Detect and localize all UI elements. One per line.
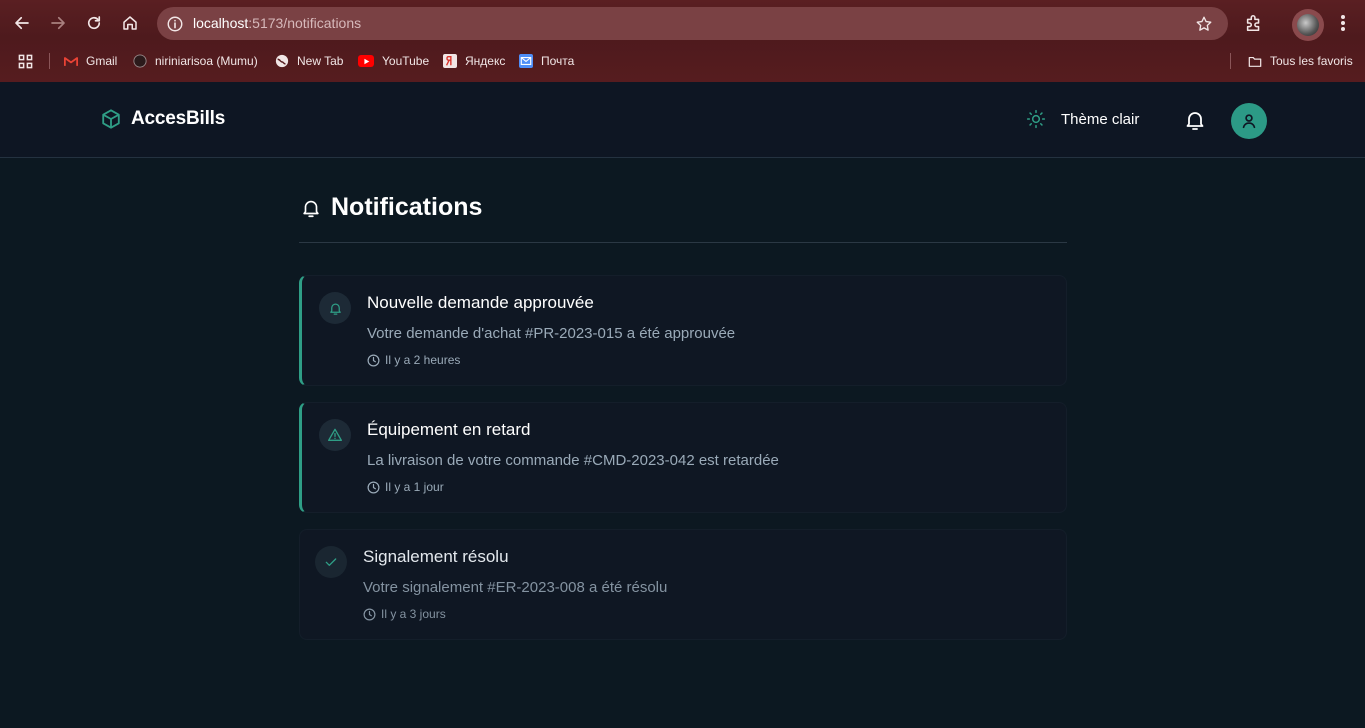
bookmark-new-tab[interactable]: New Tab [275, 52, 343, 70]
reload-icon [87, 16, 101, 30]
notifications-bell-button[interactable] [1183, 108, 1207, 132]
notification-card[interactable]: Signalement résolu Votre signalement #ER… [299, 529, 1067, 640]
youtube-icon [358, 55, 374, 67]
mail-icon [519, 54, 533, 68]
brand-logo[interactable]: AccesBills [100, 108, 225, 130]
bookmark-yandex[interactable]: Яндекс [443, 52, 505, 70]
bookmark-label: Gmail [86, 54, 118, 68]
home-icon [123, 16, 137, 30]
bookmarks-bar: Gmail niriniarisoa (Mumu) New Tab YouTub… [0, 48, 1365, 74]
clock-icon [367, 354, 380, 366]
notification-card[interactable]: Équipement en retard La livraison de vot… [299, 402, 1067, 513]
all-bookmarks-label: Tous les favoris [1270, 54, 1353, 68]
warning-icon [319, 419, 351, 451]
bookmark-label: Яндекс [465, 54, 506, 68]
bookmark-label: niriniarisoa (Mumu) [155, 54, 258, 68]
clock-icon [363, 608, 376, 620]
browser-toolbar: localhost:5173/notifications [0, 0, 1365, 46]
notification-time-label: Il y a 3 jours [381, 607, 446, 621]
browser-chrome: localhost:5173/notifications Gmail nirin… [0, 0, 1365, 82]
notification-card[interactable]: Nouvelle demande approuvée Votre demande… [299, 275, 1067, 386]
check-icon [315, 546, 347, 578]
page-heading: Notifications [299, 193, 1067, 243]
user-avatar-button[interactable] [1231, 103, 1267, 139]
bookmark-youtube[interactable]: YouTube [358, 52, 429, 70]
all-bookmarks-button[interactable]: Tous les favoris [1248, 52, 1353, 70]
notification-message: Votre demande d'achat #PR-2023-015 a été… [367, 325, 736, 342]
notification-message: Votre signalement #ER-2023-008 a été rés… [363, 579, 668, 596]
notification-time-label: Il y a 2 heures [385, 353, 461, 367]
forward-button[interactable] [46, 11, 70, 35]
site-info-icon[interactable] [165, 14, 185, 34]
user-icon [1242, 114, 1256, 129]
bookmarks-separator [1230, 53, 1231, 69]
brand-name: AccesBills [131, 108, 226, 129]
page-title: Notifications [331, 193, 483, 221]
app-header: AccesBills Thème clair [0, 82, 1365, 158]
browser-menu-button[interactable] [1336, 13, 1350, 33]
notification-message: La livraison de votre commande #CMD-2023… [367, 452, 779, 469]
bookmark-gmail[interactable]: Gmail [64, 52, 117, 70]
reload-button[interactable] [82, 11, 106, 35]
bookmark-mail[interactable]: Почта [519, 52, 574, 70]
bell-icon [303, 200, 319, 218]
folder-icon [1248, 54, 1262, 68]
apps-grid-icon[interactable] [18, 52, 33, 70]
address-bar[interactable]: localhost:5173/notifications [157, 7, 1228, 40]
profile-picture [1297, 14, 1319, 36]
notification-time-label: Il y a 1 jour [385, 480, 444, 494]
notification-title: Signalement résolu [363, 547, 509, 566]
back-button[interactable] [10, 11, 34, 35]
theme-toggle-label: Thème clair [1061, 110, 1140, 128]
arrow-right-icon [51, 16, 65, 30]
bookmark-label: Почта [541, 54, 575, 68]
extensions-button[interactable] [1243, 12, 1265, 34]
gmail-icon [64, 54, 78, 68]
notification-title: Nouvelle demande approuvée [367, 293, 594, 312]
bell-icon [319, 292, 351, 324]
bookmark-github[interactable]: niriniarisoa (Mumu) [133, 52, 258, 70]
notification-title: Équipement en retard [367, 420, 531, 439]
sun-icon [1026, 109, 1046, 129]
globe-icon [275, 54, 289, 68]
bell-icon [1186, 112, 1204, 130]
cube-icon [102, 109, 120, 129]
notification-time: Il y a 1 jour [367, 480, 444, 494]
notification-time: Il y a 3 jours [363, 607, 446, 621]
profile-avatar[interactable] [1292, 9, 1324, 41]
puzzle-icon [1246, 14, 1260, 32]
arrow-left-icon [15, 16, 29, 30]
url-text[interactable]: localhost:5173/notifications [193, 15, 361, 31]
url-host: localhost [193, 15, 249, 31]
bookmark-label: New Tab [297, 54, 344, 68]
notification-time: Il y a 2 heures [367, 353, 460, 367]
bookmark-star-icon[interactable] [1194, 14, 1214, 34]
clock-icon [367, 481, 380, 493]
bookmark-label: YouTube [382, 54, 430, 68]
url-path: :5173/notifications [248, 15, 362, 31]
theme-toggle-button[interactable]: Thème clair [1026, 109, 1139, 129]
bookmarks-separator [49, 53, 50, 69]
home-button[interactable] [118, 11, 142, 35]
github-icon [133, 54, 147, 68]
yandex-icon [443, 54, 457, 68]
